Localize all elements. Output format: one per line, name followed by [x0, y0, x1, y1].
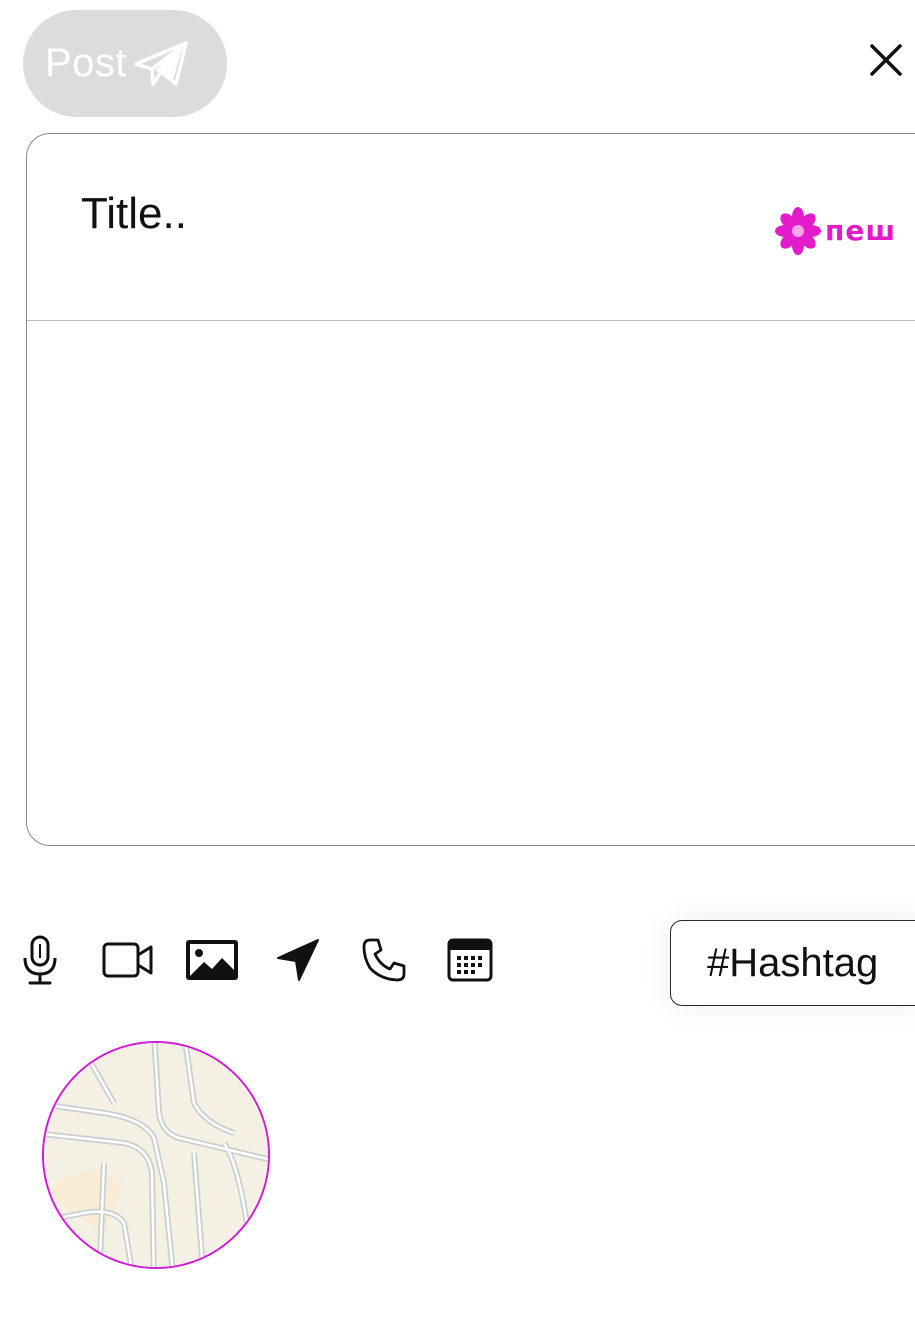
microphone-button[interactable]	[8, 930, 72, 994]
location-map-thumbnail[interactable]	[42, 1041, 270, 1269]
calendar-icon	[446, 937, 494, 988]
close-icon	[868, 42, 904, 83]
location-button[interactable]	[266, 930, 330, 994]
video-camera-icon	[101, 940, 155, 985]
phone-button[interactable]	[352, 930, 416, 994]
post-composer: пеш	[26, 133, 915, 846]
hashtag-button[interactable]: #Hashtag	[670, 920, 915, 1006]
phone-icon	[360, 936, 408, 989]
title-divider	[27, 320, 915, 321]
new-badge-text: пеш	[825, 214, 897, 247]
flower-icon	[775, 206, 821, 256]
post-body-textarea[interactable]	[81, 334, 905, 828]
video-button[interactable]	[96, 930, 160, 994]
location-arrow-icon	[274, 936, 322, 989]
image-icon	[184, 938, 240, 987]
title-input[interactable]	[81, 184, 721, 244]
image-button[interactable]	[180, 930, 244, 994]
map-illustration	[44, 1043, 268, 1267]
calendar-button[interactable]	[438, 930, 502, 994]
hashtag-label: #Hashtag	[707, 940, 879, 985]
microphone-icon	[20, 934, 60, 991]
close-button[interactable]	[862, 38, 910, 86]
new-badge: пеш	[775, 206, 896, 256]
paper-plane-icon	[133, 40, 189, 88]
post-button-label: Post	[45, 41, 128, 85]
post-button[interactable]: Post	[23, 10, 227, 117]
